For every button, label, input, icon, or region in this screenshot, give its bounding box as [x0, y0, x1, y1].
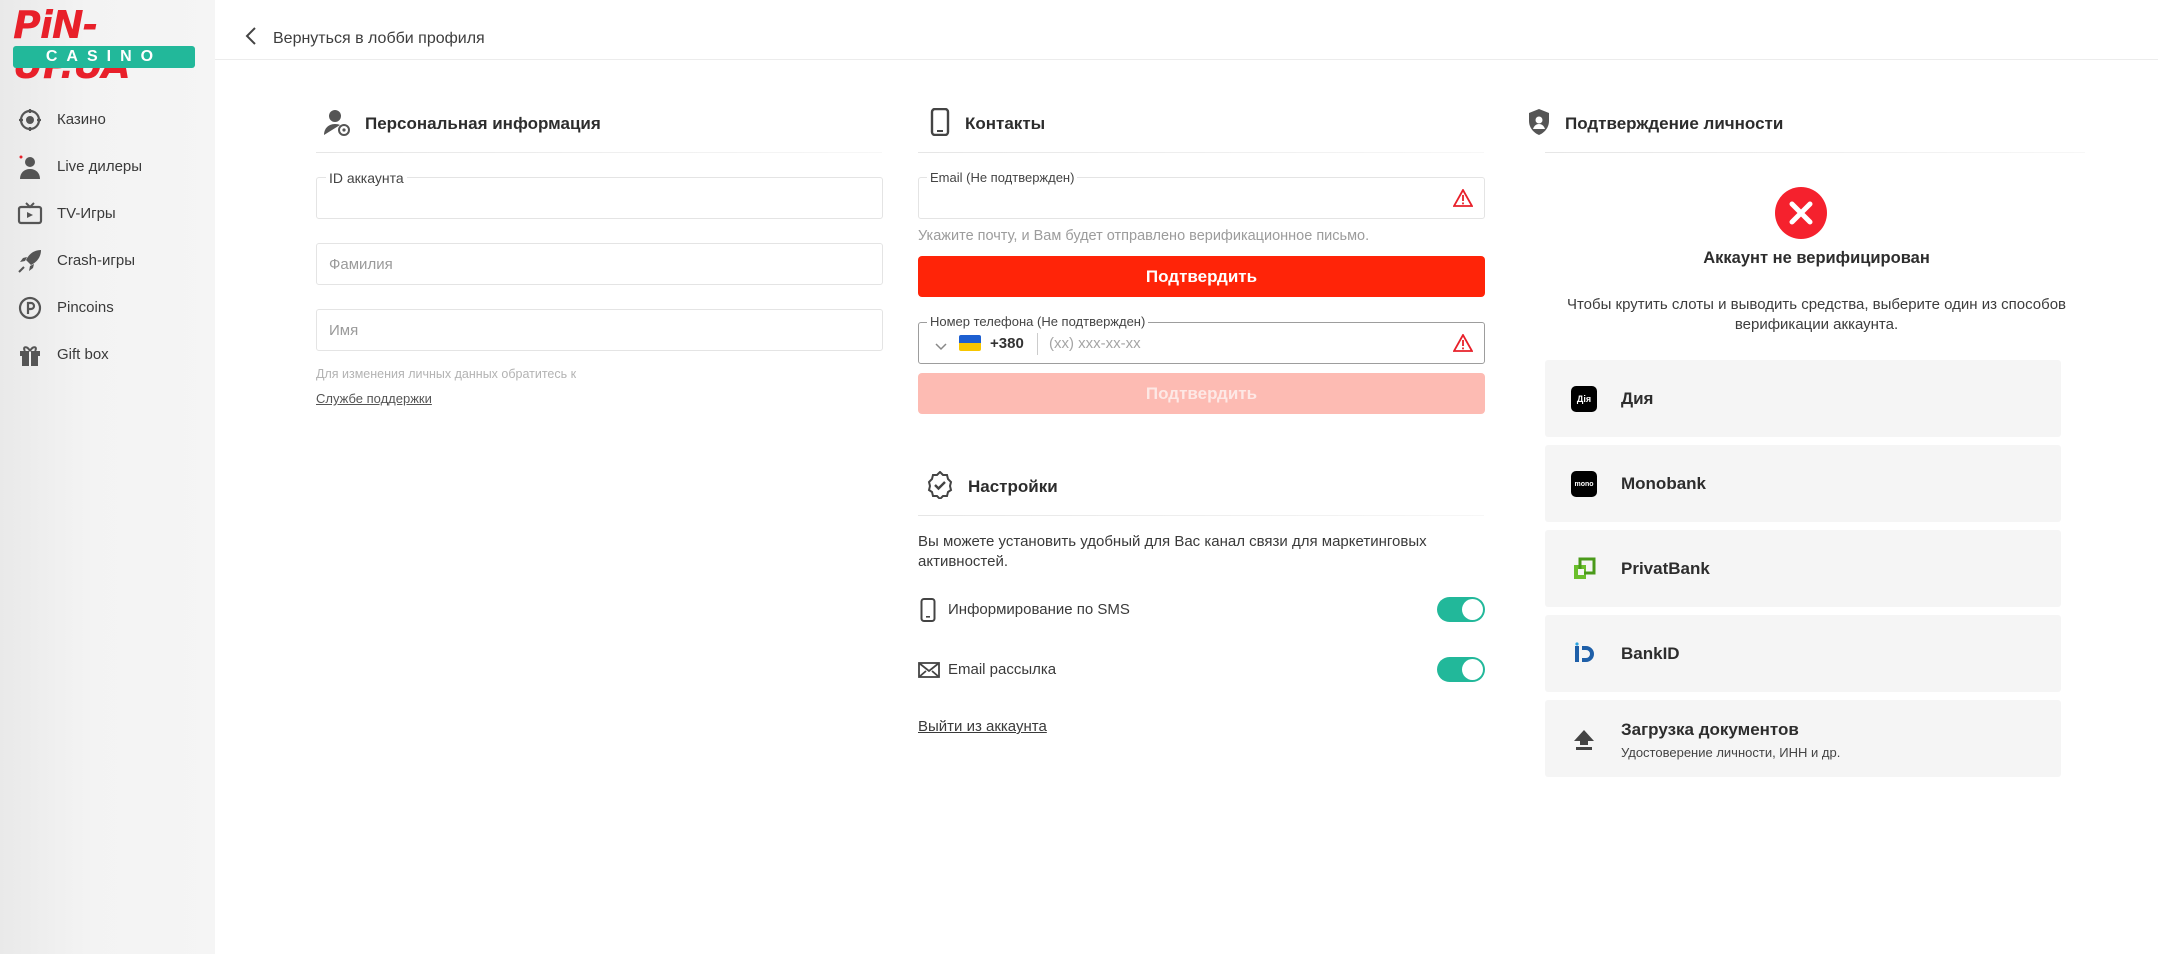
logo-brand: PiN-UP.UA [13, 3, 131, 85]
section-title: Подтверждение личности [1565, 114, 1784, 133]
sidebar-item-pincoins[interactable]: Pincoins [0, 284, 215, 331]
chevron-left-icon [245, 26, 257, 51]
envelope-icon [918, 662, 940, 683]
dealer-icon [17, 154, 43, 180]
personal-info-header: Персональная информация [323, 106, 601, 142]
sms-toggle[interactable] [1437, 597, 1485, 622]
sidebar-item-label: Pincoins [57, 299, 114, 316]
verify-bankid-card[interactable]: BankID [1545, 615, 2061, 692]
sidebar-item-gift-box[interactable]: Gift box [0, 331, 215, 378]
sidebar-item-label: Crash-игры [57, 252, 135, 269]
method-sublabel: Удостоверение личности, ИНН и др. [1621, 745, 1841, 760]
shield-user-icon [1527, 108, 1551, 141]
warning-icon [1452, 333, 1474, 357]
account-id-label: ID аккаунта [326, 170, 407, 186]
sidebar-item-label: Live дилеры [57, 158, 143, 175]
email-hint: Укажите почту, и Вам будет отправлено ве… [918, 228, 1370, 244]
sms-phone-icon [920, 598, 936, 627]
diia-icon: Дія [1571, 386, 1597, 412]
sidebar-item-label: TV-Игры [57, 205, 116, 222]
main-content: Вернуться в лобби профиля Персональная и… [215, 0, 2158, 954]
upload-documents-card[interactable]: Загрузка документов Удостоверение личнос… [1545, 700, 2061, 777]
warning-icon [1452, 188, 1474, 212]
surname-field[interactable]: Фамилия [316, 243, 883, 285]
email-newsletter-label: Email рассылка [948, 661, 1057, 678]
method-label: Дия [1621, 389, 1654, 408]
monobank-icon: mono [1571, 471, 1597, 497]
settings-header: Настройки [926, 469, 1058, 505]
settings-badge-icon [926, 470, 954, 504]
phone-placeholder: (xx) xxx-xx-xx [1049, 335, 1141, 352]
verification-header: Подтверждение личности [1527, 106, 1783, 142]
name-field[interactable]: Имя [316, 309, 883, 351]
verify-privatbank-card[interactable]: PrivatBank [1545, 530, 2061, 607]
support-note: Для изменения личных данных обратитесь к [316, 367, 577, 381]
verify-diia-card[interactable]: Дія Дия [1545, 360, 2061, 437]
casino-chip-icon [17, 107, 43, 133]
divider [918, 152, 1484, 153]
surname-placeholder: Фамилия [329, 256, 393, 273]
logo[interactable]: PiN-UP.UA CASINO [13, 5, 195, 85]
separator [1037, 333, 1038, 355]
ukraine-flag-icon [959, 335, 981, 351]
phone-icon [929, 107, 951, 141]
back-to-lobby-link[interactable]: Вернуться в лобби профиля [245, 26, 485, 51]
sidebar-nav: Казино Live дилеры TV-Игры Crash-игры Pi… [0, 96, 215, 378]
email-newsletter-toggle[interactable] [1437, 657, 1485, 682]
verification-description: Чтобы крутить слоты и выводить средства,… [1566, 296, 2067, 333]
upload-icon [1571, 727, 1597, 753]
tv-icon [17, 201, 43, 227]
error-x-icon [1775, 187, 1827, 244]
logout-link[interactable]: Выйти из аккаунта [918, 718, 1047, 735]
gift-icon [17, 342, 43, 368]
name-placeholder: Имя [329, 322, 359, 339]
bankid-icon [1571, 641, 1597, 667]
method-label: Monobank [1621, 474, 1706, 493]
sidebar-item-live-dealers[interactable]: Live дилеры [0, 143, 215, 190]
email-label: Email (Не подтвержден) [927, 170, 1078, 185]
confirm-email-button[interactable]: Подтвердить [918, 256, 1485, 297]
top-bar: Вернуться в лобби профиля [215, 0, 2158, 60]
confirm-phone-button[interactable]: Подтвердить [918, 373, 1485, 414]
section-title: Настройки [968, 477, 1058, 496]
sidebar: PiN-UP.UA CASINO Казино Live дилеры TV-И… [0, 0, 215, 954]
divider [1545, 152, 2085, 153]
privatbank-icon [1571, 556, 1597, 582]
verify-monobank-card[interactable]: mono Monobank [1545, 445, 2061, 522]
coin-icon [17, 295, 43, 321]
phone-label: Номер телефона (Не подтвержден) [927, 314, 1149, 329]
method-label: PrivatBank [1621, 559, 1710, 578]
sidebar-item-casino[interactable]: Казино [0, 96, 215, 143]
back-label: Вернуться в лобби профиля [273, 29, 485, 47]
sms-label: Информирование по SMS [948, 601, 1130, 618]
phone-code: +380 [990, 335, 1024, 352]
rocket-icon [17, 248, 43, 274]
method-label: Загрузка документов [1621, 720, 1799, 739]
sidebar-item-label: Казино [57, 111, 106, 128]
contacts-header: Контакты [929, 106, 1045, 142]
settings-description: Вы можете установить удобный для Вас кан… [918, 533, 1427, 570]
verification-status: Аккаунт не верифицирован [1703, 249, 1930, 267]
divider [316, 152, 882, 153]
sidebar-item-label: Gift box [57, 346, 109, 363]
divider [918, 515, 1484, 516]
method-label: BankID [1621, 644, 1680, 663]
logo-casino: CASINO [13, 46, 195, 68]
user-settings-icon [323, 108, 351, 141]
support-link[interactable]: Службе поддержки [316, 391, 432, 406]
sidebar-item-tv-games[interactable]: TV-Игры [0, 190, 215, 237]
section-title: Персональная информация [365, 114, 601, 133]
sidebar-item-crash-games[interactable]: Crash-игры [0, 237, 215, 284]
section-title: Контакты [965, 114, 1046, 133]
chevron-down-icon[interactable] [935, 338, 947, 356]
